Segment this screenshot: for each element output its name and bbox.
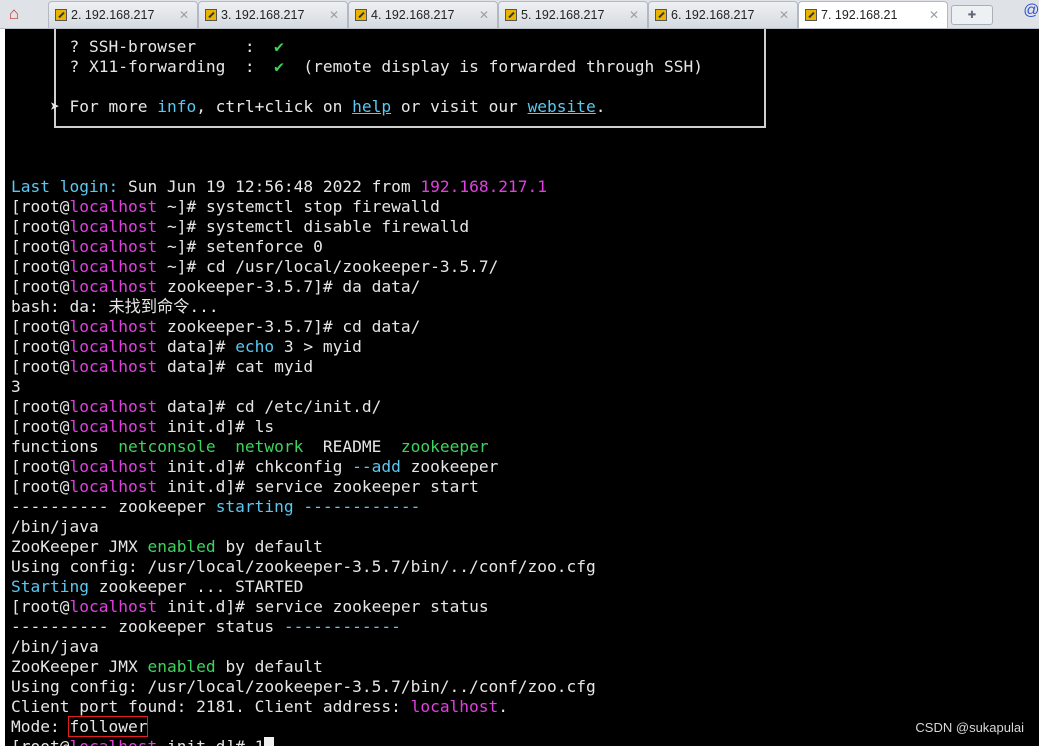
output-line: 3 <box>11 377 21 396</box>
command-line: [root@localhost init.d]# service zookeep… <box>11 597 489 616</box>
terminal-tab-icon <box>655 9 667 21</box>
terminal-tab-icon <box>505 9 517 21</box>
close-icon[interactable]: ✕ <box>927 8 941 22</box>
mode-line: Mode: follower <box>11 716 149 737</box>
tab-label: 2. 192.168.217 <box>71 8 155 22</box>
command-line: [root@localhost zookeeper-3.5.7]# cd dat… <box>11 317 421 336</box>
tab-session-7[interactable]: 7. 192.168.21 ✕ <box>798 1 948 28</box>
new-tab-button[interactable]: ✚ <box>951 5 993 25</box>
tab-session-5[interactable]: 5. 192.168.217 ✕ <box>498 1 648 28</box>
command-line: [root@localhost ~]# cd /usr/local/zookee… <box>11 257 499 276</box>
terminal-tab-icon <box>805 9 817 21</box>
terminal-tab-icon <box>355 9 367 21</box>
error-line: bash: da: 未找到命令... <box>11 297 219 316</box>
tab-label: 3. 192.168.217 <box>221 8 305 22</box>
command-line: [root@localhost ~]# systemctl stop firew… <box>11 197 440 216</box>
tab-session-3[interactable]: 3. 192.168.217 ✕ <box>198 1 348 28</box>
tab-session-6[interactable]: 6. 192.168.217 ✕ <box>648 1 798 28</box>
tab-session-4[interactable]: 4. 192.168.217 ✕ <box>348 1 498 28</box>
watermark: CSDN @sukapulai <box>915 720 1024 735</box>
close-icon[interactable]: ✕ <box>777 8 791 22</box>
terminal-tab-icon <box>205 9 217 21</box>
command-line: [root@localhost ~]# systemctl disable fi… <box>11 217 470 236</box>
tab-label: 7. 192.168.21 <box>821 8 898 22</box>
tab-bar: ⌂ 2. 192.168.217 ✕ 3. 192.168.217 ✕ 4. 192… <box>0 0 1039 29</box>
output-line: Using config: /usr/local/zookeeper-3.5.7… <box>11 557 596 576</box>
output-line: ZooKeeper JMX enabled by default <box>11 657 323 676</box>
command-line: [root@localhost init.d]# 1 <box>11 737 275 746</box>
close-icon[interactable]: ✕ <box>477 8 491 22</box>
check-icon: ✔ <box>274 57 284 76</box>
close-icon[interactable]: ✕ <box>327 8 341 22</box>
website-link[interactable]: website <box>528 97 596 116</box>
tab-label: 4. 192.168.217 <box>371 8 455 22</box>
command-line: [root@localhost init.d]# ls <box>11 417 275 436</box>
output-line: ---------- zookeeper starting ----------… <box>11 497 421 516</box>
output-line: /bin/java <box>11 517 99 536</box>
check-icon: ✔ <box>274 37 284 56</box>
output-line: ZooKeeper JMX enabled by default <box>11 537 323 556</box>
mode-follower-highlight: follower <box>68 716 149 737</box>
terminal-output: ? SSH-browser : ✔ ? X11-forwarding : ✔ (… <box>11 37 703 746</box>
terminal[interactable]: ? SSH-browser : ✔ ? X11-forwarding : ✔ (… <box>5 29 1039 746</box>
ls-output-line: functions netconsole network README zook… <box>11 437 489 456</box>
home-icon[interactable]: ⌂ <box>0 0 28 28</box>
output-line: ---------- zookeeper status ------------ <box>11 617 401 636</box>
command-line: [root@localhost data]# cat myid <box>11 357 314 376</box>
output-line: Using config: /usr/local/zookeeper-3.5.7… <box>11 677 596 696</box>
banner-line: ? X11-forwarding : ✔ (remote display is … <box>69 57 703 76</box>
output-line: Starting zookeeper ... STARTED <box>11 577 304 596</box>
arrow-icon: ➤ <box>49 97 60 116</box>
tab-label: 5. 192.168.217 <box>521 8 605 22</box>
help-link[interactable]: help <box>352 97 391 116</box>
last-login-line: Last login: Sun Jun 19 12:56:48 2022 fro… <box>11 177 548 196</box>
command-line: [root@localhost data]# echo 3 > myid <box>11 337 362 356</box>
banner-line: ➤ For more info, ctrl+click on help or v… <box>49 97 606 116</box>
output-line: /bin/java <box>11 637 99 656</box>
command-line: [root@localhost ~]# setenforce 0 <box>11 237 323 256</box>
tab-session-2[interactable]: 2. 192.168.217 ✕ <box>48 1 198 28</box>
tab-label: 6. 192.168.217 <box>671 8 755 22</box>
terminal-tab-icon <box>55 9 67 21</box>
command-line: [root@localhost zookeeper-3.5.7]# da dat… <box>11 277 421 296</box>
output-line: Client port found: 2181. Client address:… <box>11 697 509 716</box>
text-cursor <box>264 737 275 746</box>
command-line: [root@localhost init.d]# service zookeep… <box>11 477 479 496</box>
close-icon[interactable]: ✕ <box>627 8 641 22</box>
attachment-icon[interactable]: @ <box>1023 2 1039 20</box>
plus-icon: ✚ <box>967 9 977 21</box>
close-icon[interactable]: ✕ <box>177 8 191 22</box>
banner-line: ? SSH-browser : ✔ <box>69 37 284 56</box>
command-line: [root@localhost init.d]# chkconfig --add… <box>11 457 499 476</box>
command-line: [root@localhost data]# cd /etc/init.d/ <box>11 397 382 416</box>
